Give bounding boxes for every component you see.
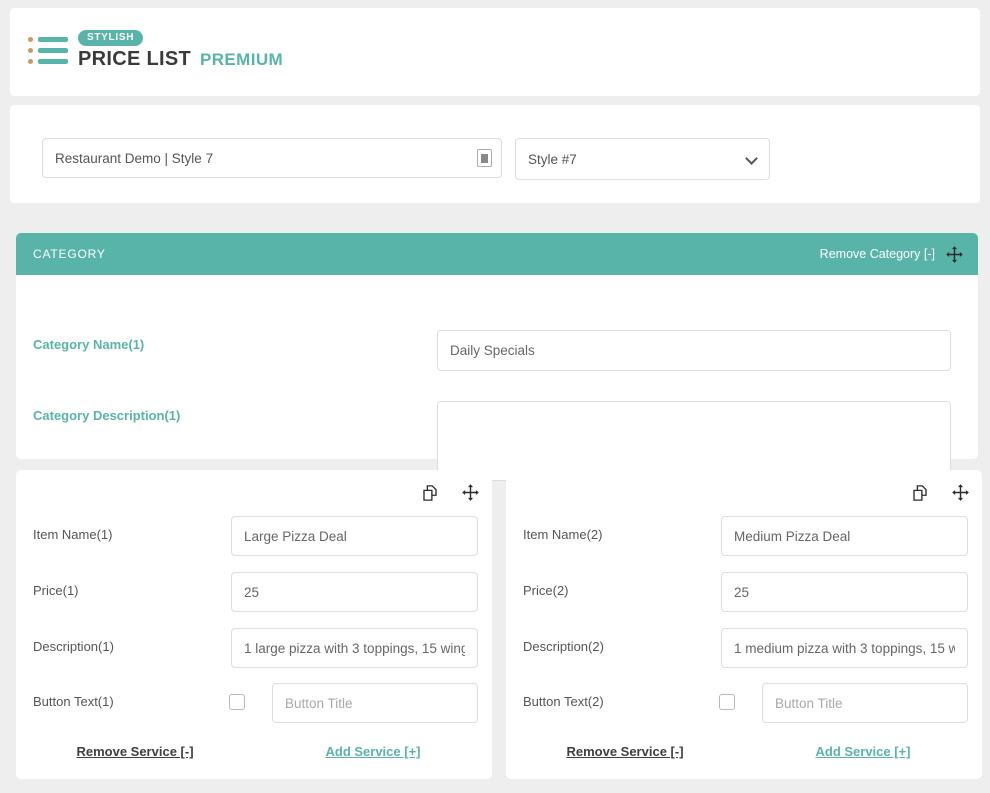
- remove-category-link[interactable]: Remove Category [-]: [820, 247, 935, 261]
- add-service-link[interactable]: Add Service [+]: [744, 744, 982, 759]
- product-title: PRICE LIST: [78, 47, 192, 70]
- logo: STYLISH PRICE LIST PREMIUM: [28, 28, 283, 72]
- button-text-label: Button Text(2): [523, 694, 604, 709]
- category-panel: CATEGORY Remove Category [-] Category Na…: [16, 233, 978, 481]
- service-card: Item Name(2) Price(2) Description(2) But…: [506, 470, 982, 779]
- price-input[interactable]: [231, 572, 478, 612]
- description-label: Description(1): [33, 639, 114, 654]
- selector-panel: Style #7: [10, 105, 980, 203]
- move-arrows-icon[interactable]: [951, 483, 970, 502]
- button-enable-checkbox[interactable]: [229, 694, 245, 710]
- price-input[interactable]: [721, 572, 968, 612]
- item-name-input[interactable]: [231, 516, 478, 556]
- service-actions: Remove Service [-] Add Service [+]: [16, 744, 492, 759]
- move-arrows-icon[interactable]: [945, 245, 964, 264]
- remove-service-link[interactable]: Remove Service [-]: [506, 744, 744, 759]
- price-row: Price(2): [506, 572, 982, 612]
- service-card-tools: [421, 483, 480, 502]
- save-template-icon[interactable]: [477, 149, 492, 167]
- item-name-label: Item Name(1): [33, 527, 113, 542]
- category-header: CATEGORY Remove Category [-]: [16, 233, 978, 275]
- description-row: Description(1): [16, 628, 492, 668]
- demo-name-input[interactable]: [42, 138, 502, 178]
- description-input[interactable]: [231, 628, 478, 668]
- branding-header: STYLISH PRICE LIST PREMIUM: [10, 8, 980, 96]
- item-name-row: Item Name(1): [16, 516, 492, 556]
- button-text-row: Button Text(1): [16, 683, 492, 723]
- service-card-tools: [911, 483, 970, 502]
- stylish-badge: STYLISH: [78, 29, 144, 46]
- button-title-input[interactable]: [272, 683, 478, 723]
- demo-field-wrap: [42, 138, 502, 178]
- premium-label: PREMIUM: [200, 49, 284, 69]
- category-description-textarea[interactable]: [437, 401, 951, 481]
- list-lines-icon: [28, 28, 70, 72]
- category-header-title: CATEGORY: [33, 247, 106, 261]
- remove-service-link[interactable]: Remove Service [-]: [16, 744, 254, 759]
- style-field-wrap: Style #7: [515, 138, 770, 180]
- category-name-input[interactable]: [437, 330, 951, 371]
- logo-text: STYLISH PRICE LIST PREMIUM: [78, 29, 284, 71]
- item-name-label: Item Name(2): [523, 527, 603, 542]
- add-service-link[interactable]: Add Service [+]: [254, 744, 492, 759]
- category-description-label: Category Description(1): [33, 408, 181, 423]
- duplicate-icon[interactable]: [421, 484, 439, 502]
- move-arrows-icon[interactable]: [461, 483, 480, 502]
- price-label: Price(1): [33, 583, 79, 598]
- description-label: Description(2): [523, 639, 604, 654]
- price-label: Price(2): [523, 583, 569, 598]
- button-text-label: Button Text(1): [33, 694, 114, 709]
- price-row: Price(1): [16, 572, 492, 612]
- category-name-label: Category Name(1): [33, 337, 145, 352]
- button-title-input[interactable]: [762, 683, 968, 723]
- service-actions: Remove Service [-] Add Service [+]: [506, 744, 982, 759]
- app-page: STYLISH PRICE LIST PREMIUM Style #7 CATE…: [0, 0, 990, 793]
- description-row: Description(2): [506, 628, 982, 668]
- style-select[interactable]: Style #7: [515, 138, 770, 180]
- button-text-row: Button Text(2): [506, 683, 982, 723]
- duplicate-icon[interactable]: [911, 484, 929, 502]
- item-name-input[interactable]: [721, 516, 968, 556]
- item-name-row: Item Name(2): [506, 516, 982, 556]
- button-enable-checkbox[interactable]: [719, 694, 735, 710]
- service-card: Item Name(1) Price(1) Description(1) But…: [16, 470, 492, 779]
- description-input[interactable]: [721, 628, 968, 668]
